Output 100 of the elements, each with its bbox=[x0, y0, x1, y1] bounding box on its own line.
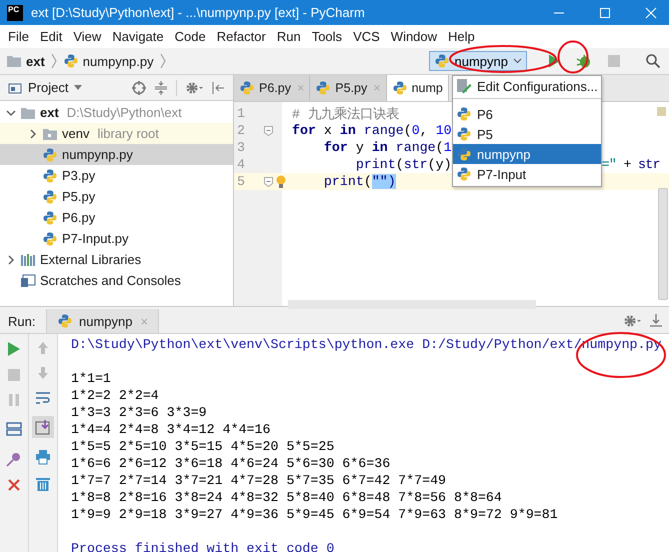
breadcrumb-item[interactable]: numpynp.py bbox=[62, 53, 154, 69]
fold-icon[interactable] bbox=[264, 176, 273, 186]
python-icon bbox=[456, 106, 472, 122]
code-line: print(str(y) bbox=[354, 157, 452, 172]
console-line: 1*5=5 2*5=10 3*5=15 4*5=20 5*5=25 bbox=[71, 439, 334, 454]
tree-item[interactable]: P6.py bbox=[0, 207, 233, 228]
maximize-icon[interactable] bbox=[599, 6, 611, 18]
caret-icon bbox=[513, 58, 522, 64]
menu-item[interactable]: File bbox=[3, 27, 35, 46]
popup-item[interactable]: Edit Configurations... bbox=[453, 76, 601, 96]
tree-item[interactable]: P7-Input.py bbox=[0, 228, 233, 249]
menu-item[interactable]: Help bbox=[443, 27, 481, 46]
print-icon[interactable] bbox=[35, 449, 51, 465]
python-icon bbox=[42, 230, 58, 246]
code-line: =" + str bbox=[602, 157, 660, 172]
menu-item[interactable]: Navigate bbox=[107, 27, 170, 46]
console-line: 1*8=8 2*8=16 3*8=24 4*8=32 5*8=40 6*8=48 7*8=56 8*8=64 bbox=[71, 490, 502, 505]
inspection-marker bbox=[657, 107, 666, 116]
python-icon bbox=[456, 166, 472, 182]
console-icon bbox=[20, 274, 36, 288]
project-view-selector[interactable]: Project bbox=[8, 80, 82, 95]
tree-item[interactable]: ext D:\Study\Python\ext bbox=[0, 102, 233, 123]
scroll-to-end-button[interactable] bbox=[32, 416, 54, 438]
tree-item[interactable]: Scratches and Consoles bbox=[0, 270, 233, 291]
fold-icon[interactable] bbox=[264, 126, 273, 136]
collapse-icon[interactable] bbox=[154, 80, 168, 94]
menu-item[interactable]: View bbox=[68, 27, 108, 46]
gear-icon[interactable] bbox=[623, 314, 641, 328]
pin-icon[interactable] bbox=[6, 451, 22, 467]
tree-item[interactable]: P5.py bbox=[0, 186, 233, 207]
menu-item[interactable]: Code bbox=[170, 27, 212, 46]
console-line: 1*1=1 bbox=[71, 371, 111, 386]
python-icon bbox=[57, 313, 73, 329]
line-number: 3 bbox=[236, 140, 246, 155]
editor-tab[interactable]: nump bbox=[386, 75, 449, 101]
tree-item[interactable]: venv library root bbox=[0, 123, 233, 144]
line-number: 1 bbox=[236, 106, 246, 121]
code-line: # 九九乘法口诀表 bbox=[292, 106, 399, 122]
window-title: ext [D:\Study\Python\ext] - ...\numpynp.py [ext] - PyCharm bbox=[31, 5, 365, 20]
menu-item[interactable]: Tools bbox=[306, 27, 348, 46]
code-line: print("") bbox=[322, 174, 396, 189]
soft-wrap-icon[interactable] bbox=[35, 391, 51, 405]
line-number: 2 bbox=[236, 123, 246, 138]
project-icon bbox=[8, 82, 22, 94]
console-line: Process finished with exit code 0 bbox=[71, 541, 334, 552]
python-icon bbox=[42, 210, 58, 226]
editor-tab[interactable]: P6.py × bbox=[234, 75, 310, 101]
python-icon bbox=[392, 80, 408, 96]
python-icon bbox=[62, 53, 79, 69]
hide-panel-icon[interactable] bbox=[211, 80, 225, 94]
search-icon[interactable] bbox=[645, 53, 661, 69]
folder-icon bbox=[42, 126, 58, 140]
python-icon bbox=[434, 53, 450, 69]
run-icon[interactable] bbox=[7, 341, 21, 357]
folder-icon bbox=[20, 106, 36, 120]
folder-icon bbox=[6, 54, 22, 68]
locate-icon[interactable] bbox=[132, 80, 146, 94]
console-line: 1*2=2 2*2=4 bbox=[71, 388, 159, 403]
edit-icon bbox=[456, 78, 472, 94]
bug-icon[interactable] bbox=[576, 53, 592, 69]
panel-label: Run: bbox=[7, 314, 36, 328]
python-icon bbox=[42, 188, 58, 204]
menu-item[interactable]: Run bbox=[272, 27, 307, 46]
console-line: 1*6=6 2*6=12 3*6=18 4*6=24 5*6=30 6*6=36 bbox=[71, 456, 390, 471]
run-configuration-dropdown[interactable]: numpynp bbox=[428, 51, 527, 71]
popup-item[interactable]: P6 bbox=[453, 104, 601, 124]
code-line: for y in range(1 bbox=[322, 140, 452, 155]
console-line: 1*4=4 2*4=8 3*4=12 4*4=16 bbox=[71, 422, 270, 437]
menu-item[interactable]: VCS bbox=[348, 27, 386, 46]
gear-icon[interactable] bbox=[185, 80, 203, 94]
tree-item[interactable]: numpynp.py bbox=[0, 144, 233, 165]
console-line: 1*7=7 2*7=14 3*7=21 4*7=28 5*7=35 6*7=42 7*7=49 bbox=[71, 473, 446, 488]
menu-item[interactable]: Window bbox=[386, 27, 444, 46]
editor-tab[interactable]: P5.py × bbox=[310, 75, 387, 101]
tree-item[interactable]: External Libraries bbox=[0, 249, 233, 270]
scrollbar[interactable] bbox=[288, 300, 536, 309]
minimize-panel-icon[interactable] bbox=[649, 314, 663, 328]
python-icon bbox=[456, 126, 472, 142]
trash-icon[interactable] bbox=[35, 476, 51, 492]
python-icon bbox=[42, 168, 58, 184]
close-icon[interactable] bbox=[7, 478, 21, 492]
caret-icon bbox=[74, 85, 82, 90]
code-line: for x in range(0, 10 bbox=[292, 123, 452, 138]
menu-item[interactable]: Refactor bbox=[212, 27, 272, 46]
app-logo: PC bbox=[7, 4, 23, 20]
lightbulb-icon[interactable] bbox=[276, 174, 286, 188]
popup-item[interactable]: numpynp bbox=[453, 144, 601, 164]
breadcrumb-item[interactable]: ext bbox=[6, 54, 45, 68]
scrollbar[interactable] bbox=[658, 188, 668, 300]
line-number: 4 bbox=[236, 157, 246, 172]
chevron-icon bbox=[160, 53, 166, 69]
popup-item[interactable]: P5 bbox=[453, 124, 601, 144]
console-line: 1*9=9 2*9=18 3*9=27 4*9=36 5*9=45 6*9=54 7*9=63 8*9=72 9*9=81 bbox=[71, 507, 558, 522]
layout-icon[interactable] bbox=[6, 422, 22, 436]
menu-item[interactable]: Edit bbox=[34, 27, 68, 46]
run-tab[interactable]: numpynp × bbox=[46, 309, 160, 333]
python-icon bbox=[315, 80, 332, 96]
tree-item[interactable]: P3.py bbox=[0, 165, 233, 186]
python-icon bbox=[456, 146, 472, 162]
popup-item[interactable]: P7-Input bbox=[453, 164, 601, 184]
